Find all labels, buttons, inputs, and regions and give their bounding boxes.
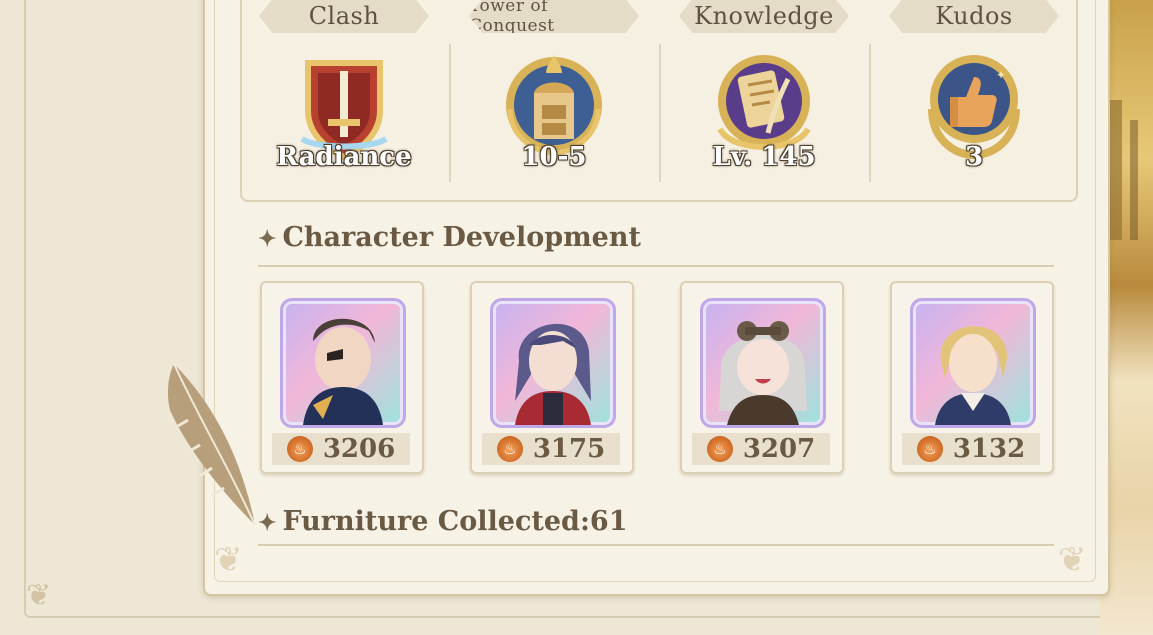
- honor-title: Knowledge: [679, 0, 849, 33]
- corner-flourish-icon: ❦: [26, 578, 52, 613]
- power-value: 3206: [322, 434, 396, 464]
- character-card[interactable]: ♨ 3132: [890, 281, 1054, 474]
- honor-clash[interactable]: Clash Radiance: [239, 0, 449, 192]
- power-bar: ♨ 3175: [482, 433, 620, 465]
- star-icon: ✦: [258, 510, 277, 536]
- honor-title: Kudos: [889, 0, 1059, 33]
- honor-kudos[interactable]: Kudos ✦ 3: [869, 0, 1079, 192]
- section-title: Character Development: [282, 222, 641, 253]
- power-bar: ♨ 3207: [692, 433, 830, 465]
- corner-flourish-icon: ❦: [214, 540, 243, 580]
- honor-value: Lv. 145: [712, 142, 816, 172]
- honor-title: Clash: [259, 0, 429, 33]
- character-portrait: [280, 298, 406, 428]
- character-development-heading: ✦ Character Development: [258, 222, 641, 253]
- honor-value: 10-5: [521, 142, 587, 172]
- divider: [258, 265, 1054, 267]
- honor-value: Radiance: [276, 142, 412, 172]
- fire-icon: ♨: [286, 436, 313, 462]
- character-portrait: [700, 298, 826, 428]
- character-portrait: [490, 298, 616, 428]
- honor-knowledge[interactable]: Knowledge Lv. 145: [659, 0, 869, 192]
- character-card[interactable]: ♨ 3175: [470, 281, 634, 474]
- power-value: 3175: [532, 434, 606, 464]
- power-value: 3132: [952, 434, 1026, 464]
- fire-icon: ♨: [496, 436, 523, 462]
- fire-icon: ♨: [706, 436, 733, 462]
- character-card[interactable]: ♨ 3206: [260, 281, 424, 474]
- character-card[interactable]: ♨ 3207: [680, 281, 844, 474]
- character-portrait: [910, 298, 1036, 428]
- star-icon: ✦: [258, 226, 277, 252]
- section-title: Furniture Collected:61: [282, 506, 628, 537]
- divider: [258, 544, 1054, 546]
- honor-title: Tower of Conquest: [469, 0, 639, 33]
- honors-box: Clash Radiance Tower of Conquest 10-5 Kn…: [240, 0, 1078, 202]
- power-bar: ♨ 3132: [902, 433, 1040, 465]
- fire-icon: ♨: [916, 436, 943, 462]
- power-bar: ♨ 3206: [272, 433, 410, 465]
- honor-tower-of-conquest[interactable]: Tower of Conquest 10-5: [449, 0, 659, 192]
- svg-text:✦: ✦: [996, 68, 1006, 82]
- feather-icon: [167, 363, 256, 526]
- corner-flourish-icon: ❦: [1058, 540, 1087, 580]
- power-value: 3207: [742, 434, 816, 464]
- honor-value: 3: [964, 142, 984, 172]
- furniture-collected-heading: ✦ Furniture Collected:61: [258, 506, 627, 537]
